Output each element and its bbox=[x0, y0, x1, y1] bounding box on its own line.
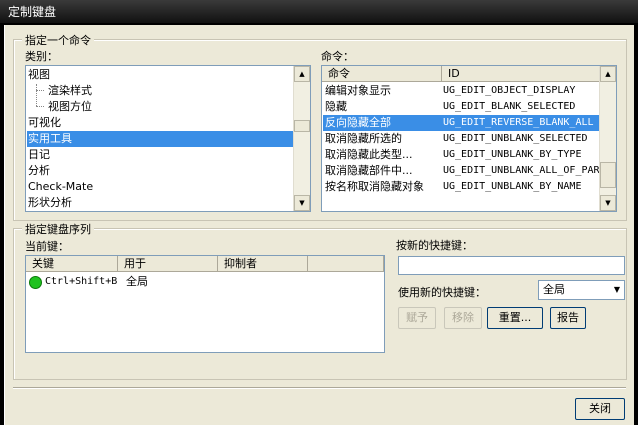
table-row[interactable]: Ctrl+Shift+B 全局 bbox=[27, 274, 383, 290]
assign-button[interactable]: 赋予 bbox=[398, 307, 436, 329]
chevron-down-icon[interactable]: ▼ bbox=[614, 281, 620, 299]
category-item-visualization[interactable]: 可视化 bbox=[28, 115, 61, 131]
command-column-header[interactable]: 命令 bbox=[322, 66, 442, 82]
category-label: 类别： bbox=[25, 50, 58, 63]
command-id: UG_EDIT_UNBLANK_ALL_OF_PART bbox=[443, 165, 601, 176]
command-name: 隐藏 bbox=[325, 100, 347, 113]
specify-command-legend: 指定一个命令 bbox=[22, 32, 94, 48]
key-column-header[interactable]: 关键 bbox=[26, 256, 118, 272]
category-item-view[interactable]: 视图 bbox=[28, 67, 50, 83]
empty-column-header bbox=[308, 256, 384, 272]
command-name: 反向隐藏全部 bbox=[325, 116, 391, 129]
command-id: UG_EDIT_UNBLANK_SELECTED bbox=[443, 133, 588, 144]
scroll-up-icon[interactable]: ▲ bbox=[294, 66, 310, 82]
remove-button[interactable]: 移除 bbox=[444, 307, 482, 329]
command-label: 命令： bbox=[321, 50, 354, 63]
category-item-analysis[interactable]: 分析 bbox=[28, 163, 50, 179]
status-ok-icon bbox=[29, 276, 42, 289]
shortcut-scope: 全局 bbox=[126, 275, 148, 288]
scroll-thumb[interactable] bbox=[294, 120, 310, 132]
command-row[interactable]: 编辑对象显示 UG_EDIT_OBJECT_DISPLAY bbox=[323, 83, 601, 99]
command-row-selected[interactable]: 反向隐藏全部 UG_EDIT_REVERSE_BLANK_ALL bbox=[323, 115, 601, 131]
shortcut-key: Ctrl+Shift+B bbox=[45, 276, 118, 287]
category-item-utilities[interactable]: 实用工具 bbox=[27, 131, 294, 147]
footer-divider bbox=[13, 387, 626, 389]
command-name: 取消隐藏此类型... bbox=[325, 148, 413, 161]
scroll-thumb[interactable] bbox=[600, 162, 616, 188]
command-id: UG_EDIT_BLANK_SELECTED bbox=[443, 101, 576, 112]
reset-button[interactable]: 重置... bbox=[487, 307, 543, 329]
command-name: 取消隐藏部件中... bbox=[325, 164, 413, 177]
scroll-down-icon[interactable]: ▼ bbox=[600, 195, 616, 211]
new-shortcut-input[interactable] bbox=[398, 256, 625, 275]
category-item-shape-analysis[interactable]: 形状分析 bbox=[28, 195, 72, 211]
command-row[interactable]: 隐藏 UG_EDIT_BLANK_SELECTED bbox=[323, 99, 601, 115]
category-scrollbar[interactable]: ▲ ▼ bbox=[293, 66, 310, 211]
use-new-shortcut-label: 使用新的快捷键： bbox=[398, 286, 486, 299]
command-row[interactable]: 按名称取消隐藏对象 UG_EDIT_UNBLANK_BY_NAME bbox=[323, 179, 601, 195]
command-list[interactable]: 命令 ID 编辑对象显示 UG_EDIT_OBJECT_DISPLAY 隐藏 U… bbox=[321, 65, 617, 212]
command-name: 取消隐藏所选的 bbox=[325, 132, 402, 145]
category-item-render-style[interactable]: 渲染样式 bbox=[48, 83, 92, 99]
scroll-up-icon[interactable]: ▲ bbox=[600, 66, 616, 82]
category-item-check-mate[interactable]: Check-Mate bbox=[28, 179, 93, 195]
command-id: UG_EDIT_OBJECT_DISPLAY bbox=[443, 85, 576, 96]
report-button[interactable]: 报告 bbox=[550, 307, 586, 329]
id-column-header[interactable]: ID bbox=[442, 66, 602, 82]
dialog-body: 指定一个命令 类别： 命令： 视图 渲染样式 视图方位 可视化 实用工具 日记 … bbox=[4, 25, 634, 425]
category-item-view-orientation[interactable]: 视图方位 bbox=[48, 99, 92, 115]
window-title: 定制键盘 bbox=[0, 0, 638, 24]
scroll-down-icon[interactable]: ▼ bbox=[294, 195, 310, 211]
new-shortcut-label: 按新的快捷键： bbox=[396, 239, 473, 252]
command-row[interactable]: 取消隐藏此类型... UG_EDIT_UNBLANK_BY_TYPE bbox=[323, 147, 601, 163]
suppressor-column-header[interactable]: 抑制者 bbox=[218, 256, 308, 272]
command-id: UG_EDIT_UNBLANK_BY_NAME bbox=[443, 181, 582, 192]
command-name: 编辑对象显示 bbox=[325, 84, 391, 97]
command-id: UG_EDIT_UNBLANK_BY_TYPE bbox=[443, 149, 582, 160]
command-row[interactable]: 取消隐藏部件中... UG_EDIT_UNBLANK_ALL_OF_PART bbox=[323, 163, 601, 179]
tree-branch-dash bbox=[36, 90, 44, 91]
command-id: UG_EDIT_REVERSE_BLANK_ALL bbox=[443, 117, 594, 128]
category-item-journal[interactable]: 日记 bbox=[28, 147, 50, 163]
keyboard-sequence-legend: 指定键盘序列 bbox=[22, 221, 94, 237]
used-in-column-header[interactable]: 用于 bbox=[118, 256, 218, 272]
command-name: 按名称取消隐藏对象 bbox=[325, 180, 424, 193]
current-keys-label: 当前键： bbox=[25, 240, 69, 253]
scope-select[interactable]: 全局 ▼ bbox=[538, 280, 625, 300]
close-button[interactable]: 关闭 bbox=[575, 398, 625, 420]
tree-branch-dash bbox=[36, 106, 44, 107]
command-scrollbar[interactable]: ▲ ▼ bbox=[599, 66, 616, 211]
category-tree[interactable]: 视图 渲染样式 视图方位 可视化 实用工具 日记 分析 Check-Mate 形… bbox=[25, 65, 311, 212]
scope-select-value: 全局 bbox=[543, 283, 565, 296]
current-keys-list[interactable]: 关键 用于 抑制者 Ctrl+Shift+B 全局 bbox=[25, 255, 385, 353]
command-row[interactable]: 取消隐藏所选的 UG_EDIT_UNBLANK_SELECTED bbox=[323, 131, 601, 147]
tree-branch-line bbox=[36, 84, 37, 106]
